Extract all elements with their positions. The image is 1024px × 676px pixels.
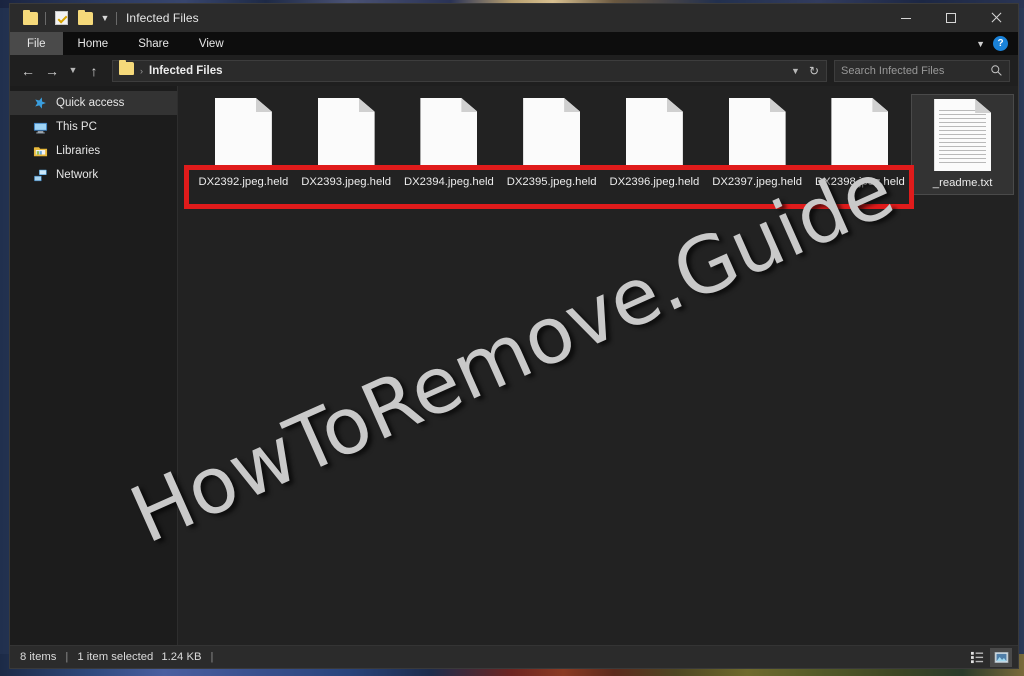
recent-locations-button[interactable]: ▼ — [64, 59, 82, 83]
blank-document-icon — [625, 98, 683, 170]
explorer-body: Quick access This PC Libraries Network D… — [10, 86, 1018, 645]
tab-file[interactable]: File — [10, 32, 63, 55]
navigation-pane: Quick access This PC Libraries Network — [10, 86, 178, 645]
large-icons-view-button[interactable] — [990, 647, 1012, 667]
status-bar: 8 items | 1 item selected 1.24 KB | — [10, 645, 1018, 668]
selection-label: 1 item selected — [77, 651, 154, 663]
file-grid: DX2392.jpeg.held DX2393.jpeg.held DX2394… — [178, 86, 1018, 195]
sidebar-item-this-pc[interactable]: This PC — [10, 115, 177, 139]
navigation-bar: ← → ▼ ↑ › Infected Files ▼ ↻ Search Infe… — [10, 55, 1018, 86]
quick-access-toolbar: ▼ — [10, 4, 120, 32]
file-name-label: DX2394.jpeg.held — [403, 176, 494, 188]
search-box[interactable]: Search Infected Files — [834, 59, 1010, 82]
folder-icon — [119, 59, 134, 80]
chevron-down-icon[interactable]: ▼ — [976, 39, 985, 49]
tab-view[interactable]: View — [184, 32, 239, 55]
search-input[interactable]: Search Infected Files — [841, 65, 990, 77]
file-item-readme[interactable]: _readme.txt — [911, 94, 1014, 195]
toolbar-divider — [116, 11, 117, 25]
breadcrumb-path[interactable]: Infected Files — [149, 65, 791, 77]
file-item[interactable]: DX2393.jpeg.held — [295, 94, 398, 195]
sidebar-item-network[interactable]: Network — [10, 163, 177, 187]
details-view-button[interactable] — [966, 648, 988, 667]
status-divider: | — [65, 651, 69, 663]
ribbon-right-controls: ▼ ? — [976, 32, 1018, 55]
minimize-button[interactable] — [883, 4, 928, 32]
file-name-label: _readme.txt — [932, 177, 993, 189]
maximize-button[interactable] — [928, 4, 973, 32]
chevron-down-icon[interactable]: ▼ — [97, 13, 113, 23]
breadcrumb-separator: › — [140, 65, 143, 76]
address-bar[interactable]: › Infected Files ▼ ↻ — [112, 59, 827, 82]
file-item[interactable]: DX2397.jpeg.held — [706, 94, 809, 195]
file-name-label: DX2395.jpeg.held — [506, 176, 597, 188]
selection-size-label: 1.24 KB — [161, 651, 202, 663]
ribbon-tab-bar: File Home Share View ▼ ? — [10, 32, 1018, 55]
sidebar-item-label: Network — [56, 169, 99, 181]
desktop-background: ▼ Infected Files File Home Share View ▼ … — [0, 0, 1024, 676]
file-explorer-window: ▼ Infected Files File Home Share View ▼ … — [10, 4, 1018, 668]
folder-icon[interactable] — [18, 6, 42, 30]
tab-share[interactable]: Share — [123, 32, 184, 55]
sidebar-item-quick-access[interactable]: Quick access — [10, 91, 177, 115]
status-divider: | — [210, 651, 214, 663]
file-name-label: DX2393.jpeg.held — [301, 176, 392, 188]
view-toggle-group — [966, 647, 1012, 667]
blank-document-icon — [728, 98, 786, 170]
sidebar-item-label: Quick access — [56, 97, 125, 109]
blank-document-icon — [420, 98, 478, 170]
new-folder-icon[interactable] — [73, 6, 97, 30]
file-item[interactable]: DX2394.jpeg.held — [398, 94, 501, 195]
blank-document-icon — [317, 98, 375, 170]
address-bar-controls: ▼ ↻ — [791, 65, 822, 77]
libraries-folder-icon — [32, 143, 48, 159]
sidebar-item-libraries[interactable]: Libraries — [10, 139, 177, 163]
help-button[interactable]: ? — [993, 36, 1008, 51]
blank-document-icon — [214, 98, 272, 170]
refresh-icon[interactable]: ↻ — [809, 65, 819, 77]
close-button[interactable] — [973, 4, 1018, 32]
file-name-label: DX2396.jpeg.held — [609, 176, 700, 188]
file-name-label: DX2398.jpeg.held — [814, 176, 905, 188]
toolbar-divider — [45, 11, 46, 25]
file-name-label: DX2392.jpeg.held — [198, 176, 289, 188]
window-title: Infected Files — [126, 11, 199, 25]
sidebar-item-label: This PC — [56, 121, 97, 133]
blank-document-icon — [523, 98, 581, 170]
file-name-label: DX2397.jpeg.held — [712, 176, 803, 188]
title-bar: ▼ Infected Files — [10, 4, 1018, 32]
star-icon — [32, 95, 48, 111]
back-button[interactable]: ← — [16, 59, 40, 83]
blank-document-icon — [831, 98, 889, 170]
file-item[interactable]: DX2392.jpeg.held — [192, 94, 295, 195]
up-button[interactable]: ↑ — [82, 59, 106, 83]
properties-icon[interactable] — [49, 6, 73, 30]
ribbon-spacer — [239, 32, 976, 55]
sidebar-item-label: Libraries — [56, 145, 101, 157]
item-count-label: 8 items — [20, 651, 57, 663]
file-item[interactable]: DX2398.jpeg.held — [809, 94, 912, 195]
window-controls — [883, 4, 1018, 32]
file-list-pane[interactable]: DX2392.jpeg.held DX2393.jpeg.held DX2394… — [178, 86, 1018, 645]
search-icon[interactable] — [990, 64, 1003, 77]
computer-icon — [32, 119, 48, 135]
network-icon — [32, 167, 48, 183]
forward-button[interactable]: → — [40, 59, 64, 83]
file-item[interactable]: DX2395.jpeg.held — [500, 94, 603, 195]
chevron-down-icon[interactable]: ▼ — [791, 66, 800, 76]
tab-home[interactable]: Home — [63, 32, 124, 55]
text-document-icon — [934, 99, 992, 171]
file-item[interactable]: DX2396.jpeg.held — [603, 94, 706, 195]
